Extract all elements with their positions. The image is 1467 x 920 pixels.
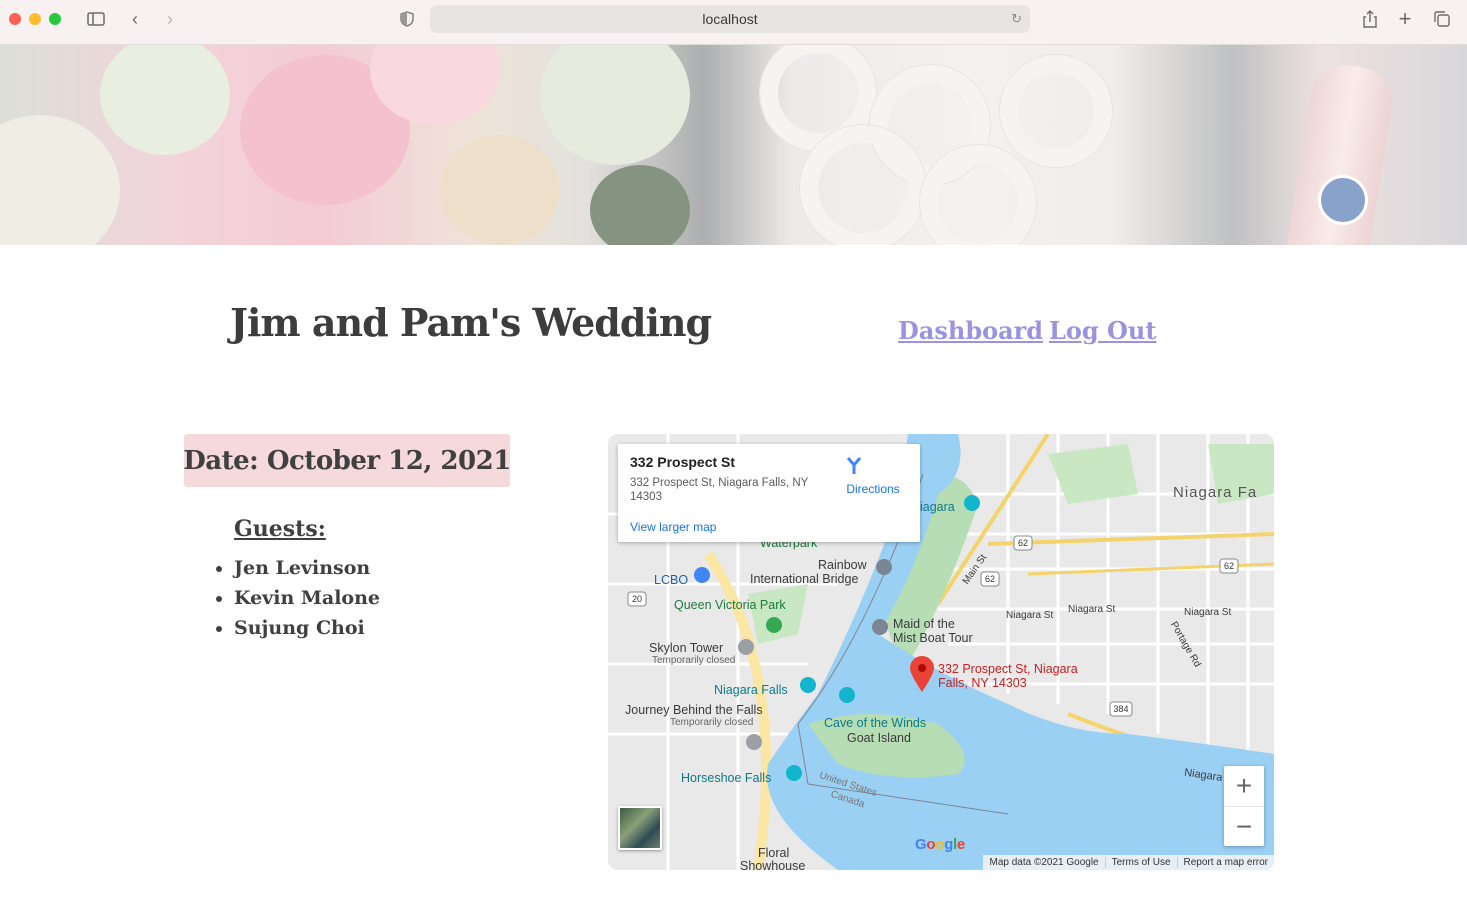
- address-bar[interactable]: localhost ↻: [430, 5, 1030, 33]
- map-label: Niagara Fa: [1173, 484, 1258, 501]
- reload-icon[interactable]: ↻: [1011, 11, 1022, 27]
- route-62-label: 62: [985, 574, 995, 584]
- map-label: Maid of the: [893, 617, 955, 631]
- tab-overview-icon[interactable]: [1429, 8, 1455, 30]
- dashboard-link[interactable]: Dashboard: [898, 316, 1043, 345]
- route-62-label: 62: [1018, 538, 1028, 548]
- zoom-out-button[interactable]: −: [1224, 807, 1264, 847]
- hero-banner-image: [0, 45, 1467, 245]
- map-attribution: Map data ©2021 Google Terms of Use Repor…: [983, 855, 1274, 870]
- close-window-button[interactable]: [9, 13, 21, 25]
- map-label: Niagara St: [1068, 604, 1116, 615]
- back-icon[interactable]: ‹: [122, 8, 148, 30]
- zoom-in-button[interactable]: +: [1224, 766, 1264, 806]
- privacy-shield-icon[interactable]: [394, 8, 420, 30]
- map-label: Horseshoe Falls: [681, 771, 772, 785]
- guest-item: Kevin Malone: [234, 583, 380, 613]
- event-date-badge: Date: October 12, 2021: [183, 434, 511, 487]
- event-date-text: Date: October 12, 2021: [183, 445, 511, 476]
- map-label: Skylon Tower: [649, 641, 724, 655]
- share-icon[interactable]: [1357, 8, 1383, 30]
- maximize-window-button[interactable]: [49, 13, 61, 25]
- sidebar-icon[interactable]: [83, 8, 109, 30]
- satellite-toggle-button[interactable]: [618, 806, 662, 850]
- route-62-label: 62: [1224, 561, 1234, 571]
- map-label: International Bridge: [750, 572, 859, 586]
- forward-icon[interactable]: ›: [157, 8, 183, 30]
- zoom-controls: + −: [1224, 766, 1264, 846]
- directions-label: Directions: [846, 482, 900, 496]
- directions-icon: [844, 456, 902, 482]
- map-label: Temporarily closed: [670, 717, 754, 728]
- map-label: iagara: [920, 500, 955, 514]
- marker-address-label: Falls, NY 14303: [938, 676, 1027, 690]
- place-title: 332 Prospect St: [630, 454, 736, 470]
- map-label: Journey Behind the Falls: [625, 703, 763, 717]
- place-address: 332 Prospect St, Niagara Falls, NY 14303: [630, 477, 809, 503]
- guest-item: Jen Levinson: [234, 553, 380, 583]
- browser-toolbar: ‹ › localhost ↻ +: [0, 0, 1467, 45]
- map-label: Temporarily closed: [652, 655, 736, 666]
- marker-address-label: 332 Prospect St, Niagara: [938, 662, 1078, 676]
- directions-button[interactable]: Directions: [844, 456, 902, 496]
- guests-heading: Guests:: [234, 516, 326, 542]
- view-larger-map-link[interactable]: View larger map: [630, 520, 716, 534]
- new-tab-icon[interactable]: +: [1392, 6, 1418, 31]
- map-label: Niagara Falls: [714, 683, 788, 697]
- logout-link[interactable]: Log Out: [1049, 316, 1156, 345]
- minimize-window-button[interactable]: [29, 13, 41, 25]
- map-label: Queen Victoria Park: [674, 598, 786, 612]
- map-label: Showhouse: [740, 859, 806, 870]
- page-title: Jim and Pam's Wedding: [230, 300, 712, 345]
- guest-list: Jen Levinson Kevin Malone Sujung Choi: [208, 553, 380, 643]
- url-text: localhost: [702, 11, 758, 27]
- terms-of-use-link[interactable]: Terms of Use: [1104, 857, 1177, 868]
- map-label: Mist Boat Tour: [893, 631, 973, 645]
- map-data-text: Map data ©2021 Google: [989, 857, 1099, 868]
- map-label: Niagara St: [1006, 610, 1054, 621]
- route-384-label: 384: [1113, 704, 1128, 714]
- map-label: Niagara St: [1184, 607, 1232, 618]
- google-map[interactable]: 62 62 62 20 384 Niagara Fa iagara Waterp…: [608, 434, 1274, 870]
- google-logo: Google: [915, 836, 965, 853]
- map-label: LCBO: [654, 573, 689, 587]
- guest-item: Sujung Choi: [234, 613, 380, 643]
- route-20-label: 20: [632, 594, 642, 604]
- place-info-card: 332 Prospect St 332 Prospect St, Niagara…: [618, 444, 920, 542]
- map-label: Cave of the Winds: [824, 716, 927, 730]
- report-map-error-link[interactable]: Report a map error: [1176, 857, 1274, 868]
- map-label: Goat Island: [847, 731, 911, 745]
- map-label: Floral: [758, 846, 790, 860]
- map-label: Rainbow: [818, 558, 867, 572]
